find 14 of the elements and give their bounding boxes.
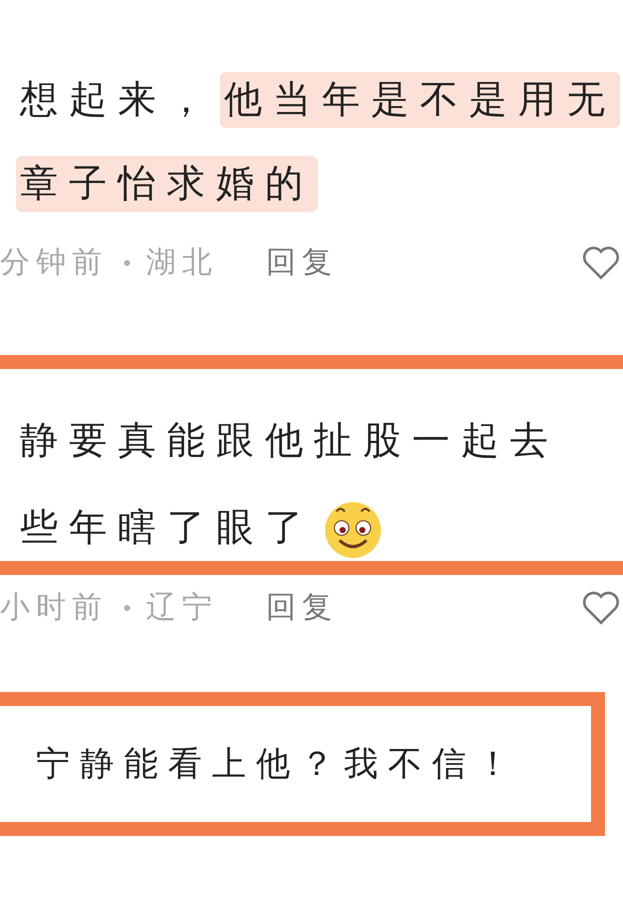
heart-icon[interactable] — [581, 590, 621, 626]
heart-icon[interactable] — [581, 244, 621, 280]
comment-location: 湖北 — [146, 245, 218, 281]
highlighted-text: 章子怡求婚的 — [16, 156, 318, 212]
comment-text: 宁静能看上他？我不信！ — [35, 744, 521, 785]
comment-time: 分钟前 — [0, 245, 108, 281]
comment-text: 静要真能跟他扯股一起去 — [19, 419, 560, 464]
highlighted-text: 他当年是不是用无 — [220, 72, 620, 128]
reply-link[interactable]: 回复 — [266, 585, 338, 630]
comment-text: 想起来， — [18, 78, 217, 123]
comment-time: 小时前 — [0, 590, 108, 626]
comment-text: 些年瞎了眼了 — [19, 506, 315, 551]
reply-link[interactable]: 回复 — [266, 240, 338, 285]
comment-location: 辽宁 — [146, 590, 218, 626]
